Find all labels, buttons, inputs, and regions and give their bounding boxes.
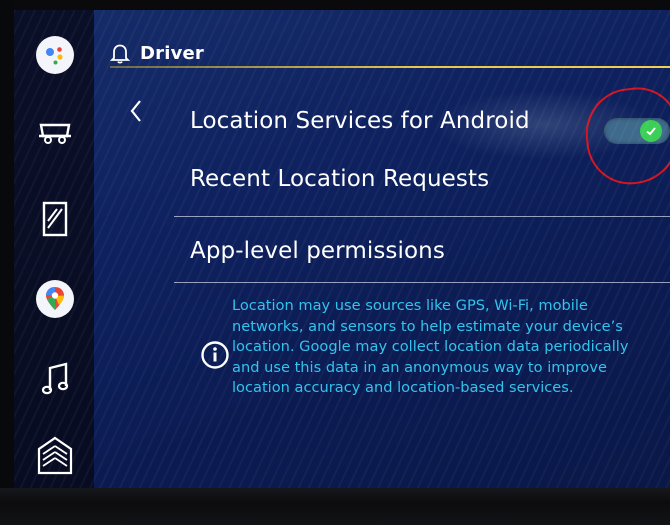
google-assistant-icon [36,36,74,74]
vehicle-icon [39,123,71,144]
red-annotation-circle [581,83,670,189]
divider [174,216,670,217]
bell-icon [110,44,130,64]
infotainment-screen: Driver Location Services for Android Rec… [14,10,670,488]
rail-projection-button[interactable] [32,196,78,242]
divider [174,282,670,283]
rail-music-button[interactable] [32,356,78,402]
bezel-bottom [0,488,670,525]
phone-projection-icon [42,201,68,237]
bezel-top [0,0,670,10]
rail-maps-button[interactable] [32,276,78,322]
header: Driver [110,38,204,68]
setting-app-level-permissions[interactable]: App-level permissions [190,238,445,264]
setting-recent-location-requests[interactable]: Recent Location Requests [190,166,489,192]
chevron-left-icon [130,100,141,122]
setting-location-services[interactable]: Location Services for Android [190,108,530,134]
rail-home-button[interactable] [32,432,78,478]
header-title: Driver [140,42,205,64]
header-divider [110,66,670,68]
back-button[interactable] [122,94,150,128]
location-info-text: Location may use sources like GPS, Wi-Fi… [232,297,629,396]
rail-vehicle-button[interactable] [32,110,78,156]
rail-assistant-button[interactable] [32,32,78,78]
apps-home-icon [37,436,73,475]
left-rail [14,10,94,488]
maps-icon [36,280,74,318]
info-icon [201,341,229,369]
music-note-icon [41,362,69,395]
bezel-left [0,0,14,525]
